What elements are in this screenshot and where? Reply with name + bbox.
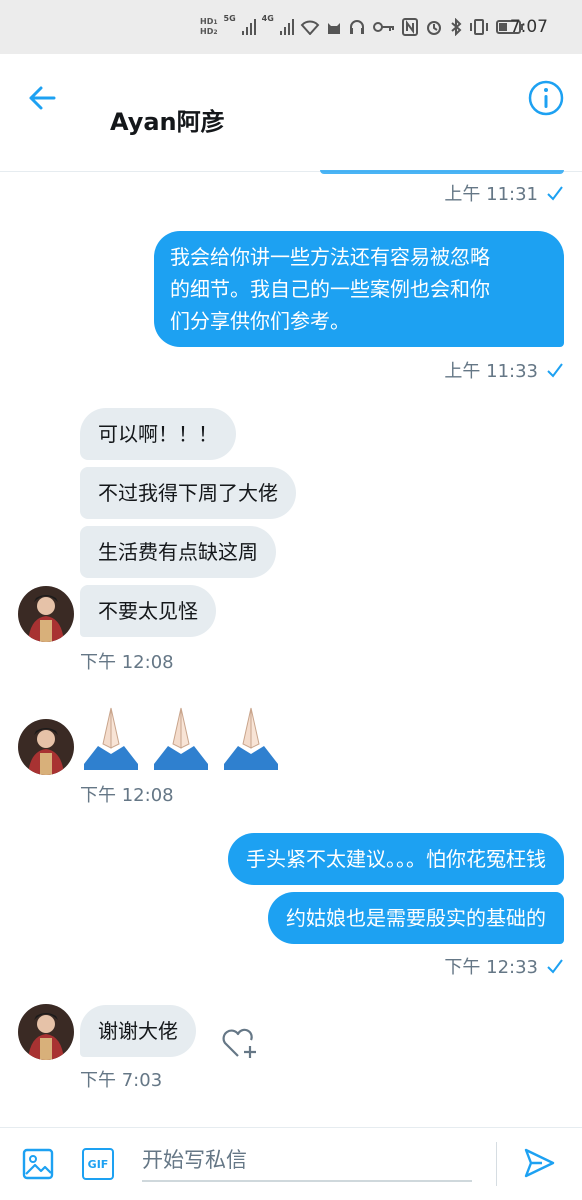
conversation-title: Ayan阿彦	[110, 108, 225, 136]
info-icon[interactable]	[526, 78, 566, 118]
read-check-icon	[547, 959, 563, 974]
bluetooth-icon	[451, 18, 462, 36]
message-meta: 下午 12:08	[80, 781, 174, 807]
nfc-icon	[402, 18, 418, 36]
message-text: 不要太见怪	[98, 599, 198, 623]
back-arrow-icon[interactable]	[24, 80, 60, 116]
folded-hands-emoji	[84, 707, 138, 770]
incoming-message-bubble[interactable]: 生活费有点缺这周	[80, 526, 276, 578]
send-icon[interactable]	[522, 1146, 556, 1180]
message-text: 谢谢大佬	[98, 1019, 178, 1043]
message-meta: 下午 12:33	[444, 953, 564, 979]
signal-icon	[279, 19, 294, 35]
message-meta: 下午 12:08	[80, 648, 174, 674]
read-check-icon	[547, 186, 563, 201]
message-text: 我会给你讲一些方法还有容易被忽略	[170, 245, 490, 269]
message-meta: 上午 11:33	[444, 357, 564, 383]
message-list[interactable]: 上午 11:31 我会给你讲一些方法还有容易被忽略 的细节。我自己的一些案例也会…	[0, 172, 582, 1127]
gif-label: GIF	[87, 1157, 109, 1171]
gif-button[interactable]: GIF	[82, 1148, 114, 1180]
network-5g-label: 5G	[223, 14, 236, 23]
alarm-icon	[427, 21, 441, 35]
message-timestamp: 上午 11:31	[444, 184, 538, 205]
message-timestamp: 下午 12:33	[444, 957, 538, 978]
network-4g-label: 4G	[261, 14, 274, 23]
read-check-icon	[547, 363, 563, 378]
outgoing-message-bubble[interactable]: 手头紧不太建议。。。怕你花冤枉钱	[228, 833, 564, 885]
clock: 7:07	[509, 17, 548, 37]
cat-icon	[327, 23, 340, 34]
message-meta: 上午 11:31	[444, 180, 564, 206]
composer-divider	[496, 1142, 497, 1186]
outgoing-message-bubble[interactable]: 我会给你讲一些方法还有容易被忽略 的细节。我自己的一些案例也会和你 们分享供你们…	[154, 231, 564, 347]
image-icon[interactable]	[22, 1148, 54, 1180]
message-text: 们分享供你们参考。	[170, 309, 350, 333]
message-text: 不过我得下周了大佬	[98, 481, 278, 505]
key-icon	[373, 22, 394, 32]
message-timestamp: 上午 11:33	[444, 361, 538, 382]
message-timestamp: 下午 7:03	[80, 1070, 163, 1091]
outgoing-message-bubble[interactable]: 约姑娘也是需要殷实的基础的	[268, 892, 564, 944]
avatar[interactable]	[18, 1004, 74, 1060]
headset-icon	[350, 20, 364, 34]
avatar[interactable]	[18, 586, 74, 642]
system-indicators	[348, 0, 524, 54]
incoming-message-bubble[interactable]: 可以啊！！！	[80, 408, 236, 460]
message-text: 手头紧不太建议。。。怕你花冤枉钱	[246, 847, 546, 871]
status-bar: HD1 HD2 5G 4G 7:07	[0, 0, 582, 54]
folded-hands-emoji	[154, 707, 208, 770]
folded-hands-emoji	[224, 707, 278, 770]
message-text: 生活费有点缺这周	[98, 540, 258, 564]
emoji-message[interactable]	[80, 704, 282, 770]
incoming-message-bubble[interactable]: 不要太见怪	[80, 585, 216, 637]
avatar[interactable]	[18, 719, 74, 775]
vibrate-icon	[470, 19, 488, 35]
message-timestamp: 下午 12:08	[80, 785, 174, 806]
message-meta: 下午 7:03	[80, 1066, 162, 1092]
incoming-message-bubble[interactable]: 不过我得下周了大佬	[80, 467, 296, 519]
conversation-header: Ayan阿彦	[0, 54, 582, 172]
message-timestamp: 下午 12:08	[80, 652, 174, 673]
network-indicators: HD1 HD2 5G 4G	[200, 0, 342, 54]
message-input[interactable]	[142, 1140, 472, 1182]
message-text: 约姑娘也是需要殷实的基础的	[286, 906, 546, 930]
signal-icon	[241, 19, 256, 35]
message-text: 的细节。我自己的一些案例也会和你	[170, 277, 490, 301]
incoming-message-bubble[interactable]: 谢谢大佬	[80, 1005, 196, 1057]
wifi-icon	[300, 20, 320, 35]
message-composer: GIF	[0, 1127, 582, 1200]
like-heart-plus-icon[interactable]	[220, 1026, 260, 1060]
hd-badges: HD1 HD2	[200, 17, 218, 36]
message-text: 可以啊！！！	[98, 422, 218, 446]
